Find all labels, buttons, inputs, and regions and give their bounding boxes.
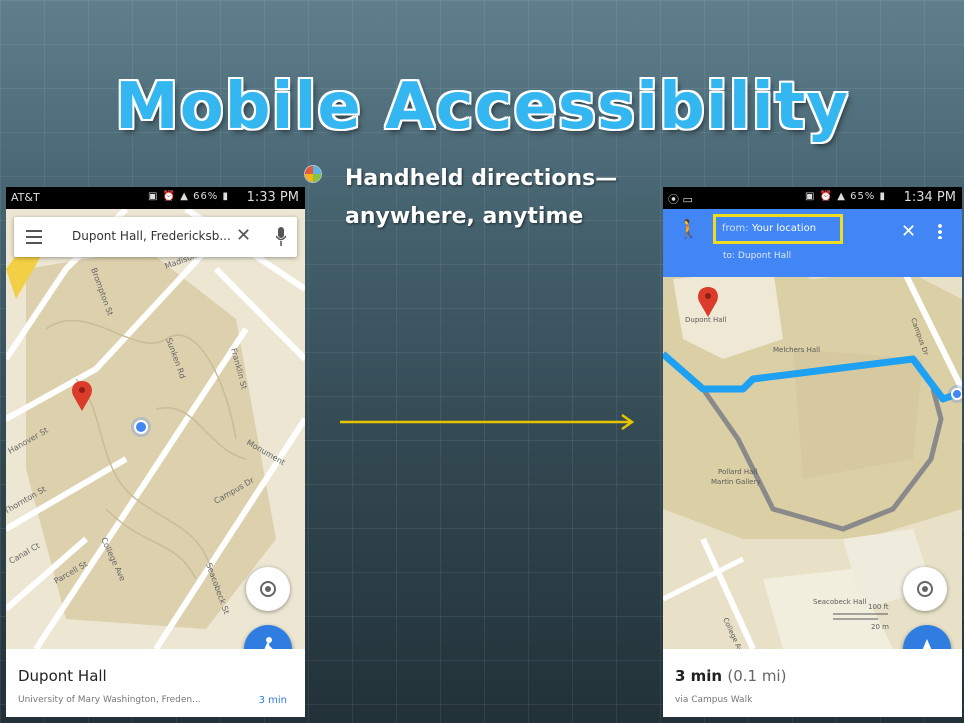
- place-name: Dupont Hall: [18, 667, 107, 685]
- battery-label: 66%: [193, 191, 219, 202]
- my-location-button[interactable]: [246, 567, 290, 611]
- route-card[interactable]: 3 min (0.1 mi) via Campus Walk: [663, 649, 962, 717]
- search-input[interactable]: Dupont Hall, Fredericksb...: [72, 229, 231, 243]
- status-bar: ⦿ ▭ ▣ ⏰ ▲ 65% ▮ 1:34 PM: [663, 187, 962, 209]
- map-label-melchers: Melchers Hall: [773, 346, 820, 354]
- slide-title: Mobile Accessibility: [115, 70, 849, 144]
- directions-header: 🚶 from: Your location to: Dupont Hall ✕: [663, 209, 962, 277]
- status-time: 1:34 PM: [903, 190, 956, 205]
- map-label-seacobeck: Seacobeck Hall: [813, 598, 867, 606]
- map-scale-feet: 100 ft: [868, 603, 889, 611]
- map-scale-meters: 20 m: [871, 623, 889, 631]
- status-bar: AT&T ▣ ⏰ ▲ 66% ▮ 1:33 PM: [6, 187, 305, 209]
- route-distance: (0.1 mi): [727, 667, 787, 685]
- bullet-text: Handheld directions—anywhere, anytime: [345, 166, 618, 229]
- to-location-field[interactable]: to: Dupont Hall: [723, 251, 791, 261]
- phone-screenshot-directions: ⦿ ▭ ▣ ⏰ ▲ 65% ▮ 1:34 PM Dupont Hall Melc…: [663, 187, 962, 717]
- close-icon[interactable]: ✕: [901, 221, 916, 242]
- carrier-label: AT&T: [11, 191, 40, 204]
- route-summary: 3 min (0.1 mi): [675, 667, 786, 685]
- menu-icon[interactable]: [26, 230, 42, 244]
- place-card[interactable]: Dupont Hall University of Mary Washingto…: [6, 649, 305, 717]
- place-subtitle: University of Mary Washington, Freden...: [18, 695, 201, 705]
- route-time: 3 min: [675, 667, 723, 685]
- transition-arrow-icon: [340, 413, 635, 431]
- my-location-button[interactable]: [903, 567, 947, 611]
- map-label-dupont: Dupont Hall: [685, 316, 726, 324]
- slide: Mobile Accessibility Handheld directions…: [0, 0, 964, 723]
- place-travel-time: 3 min: [258, 695, 287, 706]
- mic-icon[interactable]: [276, 227, 286, 247]
- search-bar[interactable]: Dupont Hall, Fredericksb... ✕: [14, 217, 297, 257]
- phone-screenshot-search: AT&T ▣ ⏰ ▲ 66% ▮ 1:33 PM Madison St Sunk…: [6, 187, 305, 717]
- map-label-martin: Martin Gallery: [711, 478, 761, 486]
- bullet-globe-icon: [305, 166, 321, 182]
- from-location-value: Your location: [751, 223, 817, 234]
- close-icon[interactable]: ✕: [236, 225, 251, 246]
- more-options-icon[interactable]: [938, 223, 942, 239]
- map-label-pollard: Pollard Hall: [718, 468, 757, 476]
- status-time: 1:33 PM: [246, 190, 299, 205]
- status-icons: ▣ ⏰ ▲ 65% ▮: [804, 191, 886, 202]
- from-location-field[interactable]: from: Your location: [713, 214, 843, 244]
- current-location-icon: [131, 417, 151, 437]
- walking-mode-icon[interactable]: 🚶: [677, 219, 699, 240]
- status-icons: ▣ ⏰ ▲ 66% ▮: [147, 191, 229, 202]
- route-via: via Campus Walk: [675, 695, 753, 705]
- battery-label: 65%: [850, 191, 876, 202]
- status-left-icons: ⦿ ▭: [668, 193, 693, 206]
